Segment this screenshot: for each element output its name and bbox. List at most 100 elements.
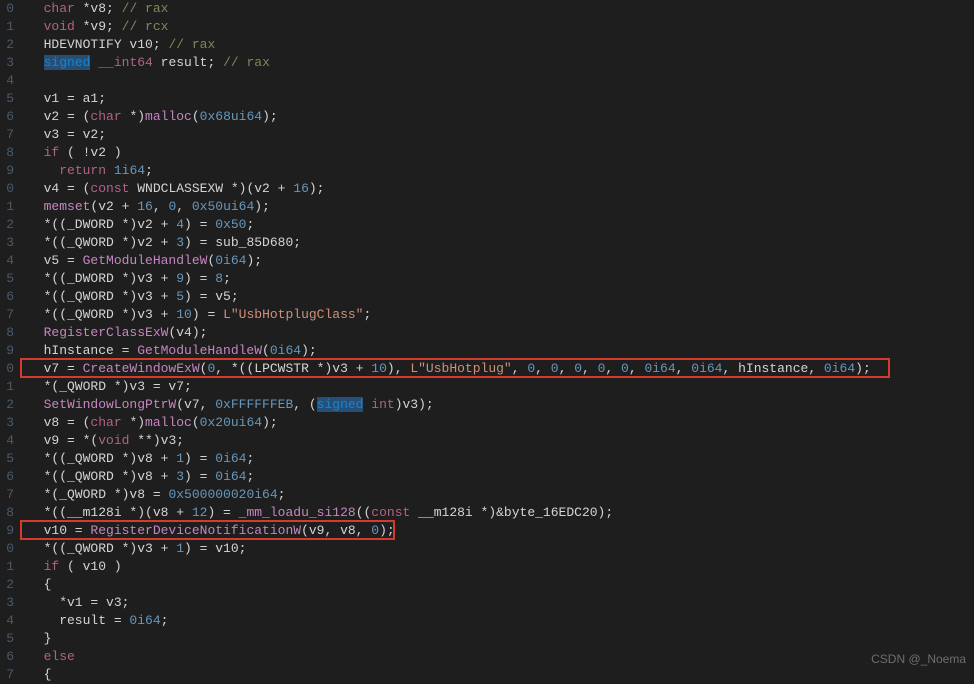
token-num: 10 — [176, 307, 192, 322]
line-number: 2 — [0, 396, 14, 414]
token-id: *((_QWORD *)v8 + — [28, 469, 176, 484]
code-line[interactable]: v3 = v2; — [28, 126, 871, 144]
line-number: 3 — [0, 54, 14, 72]
code-line[interactable]: *((_QWORD *)v3 + 5) = v5; — [28, 288, 871, 306]
line-number: 6 — [0, 108, 14, 126]
token-type: char — [44, 1, 75, 16]
token-num: 5 — [176, 289, 184, 304]
code-line[interactable]: *((_QWORD *)v8 + 1) = 0i64; — [28, 450, 871, 468]
token-id: HDEVNOTIFY v10; — [28, 37, 168, 52]
code-line[interactable]: if ( !v2 ) — [28, 144, 871, 162]
token-id: , hInstance, — [723, 361, 824, 376]
token-id: ( — [192, 109, 200, 124]
code-line[interactable]: *((_QWORD *)v8 + 3) = 0i64; — [28, 468, 871, 486]
token-str: L"UsbHotplugClass" — [223, 307, 363, 322]
token-num: 8 — [215, 271, 223, 286]
code-line[interactable]: signed __int64 result; // rax — [28, 54, 871, 72]
code-line[interactable]: *((_QWORD *)v3 + 10) = L"UsbHotplugClass… — [28, 306, 871, 324]
token-num: 1i64 — [114, 163, 145, 178]
code-line[interactable]: *(_QWORD *)v3 = v7; — [28, 378, 871, 396]
code-line[interactable]: RegisterClassExW(v4); — [28, 324, 871, 342]
token-id: ) = — [184, 217, 215, 232]
token-id: ; — [145, 163, 153, 178]
token-id: *((_QWORD *)v3 + — [28, 289, 176, 304]
token-id: v2 = ( — [28, 109, 90, 124]
line-number: 2 — [0, 216, 14, 234]
code-line[interactable]: } — [28, 630, 871, 648]
code-line[interactable]: *((__m128i *)(v8 + 12) = _mm_loadu_si128… — [28, 504, 871, 522]
code-line[interactable]: if ( v10 ) — [28, 558, 871, 576]
token-id: ); — [246, 253, 262, 268]
code-line[interactable] — [28, 72, 871, 90]
token-id: v9 = *( — [28, 433, 98, 448]
code-line[interactable]: { — [28, 666, 871, 684]
token-id: *((_QWORD *)v2 + — [28, 235, 176, 250]
code-line[interactable]: result = 0i64; — [28, 612, 871, 630]
code-line[interactable]: v5 = GetModuleHandleW(0i64); — [28, 252, 871, 270]
token-id: } — [28, 631, 51, 646]
token-num: 9 — [176, 271, 184, 286]
code-line[interactable]: v9 = *(void **)v3; — [28, 432, 871, 450]
code-line[interactable]: *((_QWORD *)v3 + 1) = v10; — [28, 540, 871, 558]
line-number: 1 — [0, 378, 14, 396]
code-line[interactable]: { — [28, 576, 871, 594]
code-line[interactable]: HDEVNOTIFY v10; // rax — [28, 36, 871, 54]
token-id: *((_QWORD *)v3 + — [28, 307, 176, 322]
line-number: 3 — [0, 234, 14, 252]
token-func: RegisterDeviceNotificationW — [90, 523, 301, 538]
code-line[interactable]: memset(v2 + 16, 0, 0x50ui64); — [28, 198, 871, 216]
token-num: 0 — [621, 361, 629, 376]
code-line[interactable]: *((_DWORD *)v3 + 9) = 8; — [28, 270, 871, 288]
code-line[interactable]: void *v9; // rcx — [28, 18, 871, 36]
line-number: 8 — [0, 504, 14, 522]
token-id — [28, 325, 44, 340]
code-line[interactable]: *(_QWORD *)v8 = 0x500000020i64; — [28, 486, 871, 504]
code-line[interactable]: char *v8; // rax — [28, 0, 871, 18]
token-id: (( — [356, 505, 372, 520]
code-line[interactable]: *((_QWORD *)v2 + 3) = sub_85D680; — [28, 234, 871, 252]
line-number: 7 — [0, 306, 14, 324]
line-number: 2 — [0, 36, 14, 54]
token-id: { — [28, 577, 51, 592]
token-id: WNDCLASSEXW *)(v2 + — [129, 181, 293, 196]
token-id: , — [605, 361, 621, 376]
token-kw: const — [90, 181, 129, 196]
token-id: ); — [262, 109, 278, 124]
token-type: __int64 — [98, 55, 153, 70]
code-line[interactable]: v7 = CreateWindowExW(0, *((LPCWSTR *)v3 … — [28, 360, 871, 378]
token-id: , — [153, 199, 169, 214]
code-line[interactable]: v2 = (char *)malloc(0x68ui64); — [28, 108, 871, 126]
token-id: *((_QWORD *)v8 + — [28, 451, 176, 466]
token-num: 3 — [176, 235, 184, 250]
token-id: , — [676, 361, 692, 376]
line-number: 0 — [0, 360, 14, 378]
code-line[interactable]: v4 = (const WNDCLASSEXW *)(v2 + 16); — [28, 180, 871, 198]
token-num: 0x50ui64 — [192, 199, 254, 214]
code-line[interactable]: v10 = RegisterDeviceNotificationW(v9, v8… — [28, 522, 871, 540]
token-id — [28, 163, 59, 178]
code-line[interactable]: *v1 = v3; — [28, 594, 871, 612]
token-id: , — [582, 361, 598, 376]
line-number: 0 — [0, 180, 14, 198]
token-comment: // rax — [168, 37, 215, 52]
line-number: 7 — [0, 126, 14, 144]
code-line[interactable]: v8 = (char *)malloc(0x20ui64); — [28, 414, 871, 432]
code-line[interactable]: hInstance = GetModuleHandleW(0i64); — [28, 342, 871, 360]
token-id: ); — [262, 415, 278, 430]
token-id: (v4); — [168, 325, 207, 340]
code-line[interactable]: SetWindowLongPtrW(v7, 0xFFFFFFEB, (signe… — [28, 396, 871, 414]
code-editor[interactable]: 01234567890123456789012345678901234567 c… — [0, 0, 974, 674]
token-kw: if — [44, 145, 60, 160]
code-line[interactable]: return 1i64; — [28, 162, 871, 180]
token-id — [28, 145, 44, 160]
code-line[interactable]: else — [28, 648, 871, 666]
token-id: ; — [246, 217, 254, 232]
token-id: *((_DWORD *)v3 + — [28, 271, 176, 286]
code-line[interactable]: v1 = a1; — [28, 90, 871, 108]
line-number: 9 — [0, 342, 14, 360]
code-content[interactable]: char *v8; // rax void *v9; // rcx HDEVNO… — [18, 0, 871, 674]
code-line[interactable]: *((_DWORD *)v2 + 4) = 0x50; — [28, 216, 871, 234]
line-number: 6 — [0, 288, 14, 306]
token-comment: // rcx — [122, 19, 169, 34]
token-id: *((_QWORD *)v3 + — [28, 541, 176, 556]
